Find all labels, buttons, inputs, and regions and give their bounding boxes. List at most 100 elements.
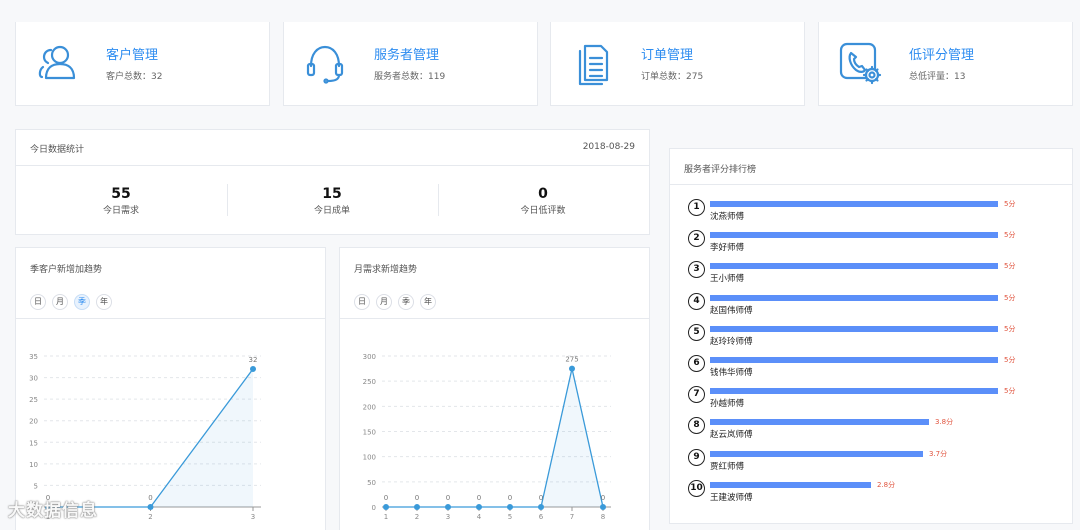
rank-number: 8 <box>688 417 705 435</box>
rating-bar <box>710 294 998 301</box>
provider-name: 沈燕师傅 <box>710 212 745 222</box>
rank-number: 1 <box>688 199 705 216</box>
y-tick-label: 30 <box>29 375 38 383</box>
data-label: 0 <box>539 494 543 502</box>
x-tick-label: 2 <box>148 513 152 521</box>
period-day-button[interactable]: 日 <box>30 294 46 310</box>
y-tick-label: 20 <box>29 418 38 426</box>
y-tick-label: 100 <box>363 454 376 462</box>
x-tick-label: 3 <box>446 513 450 521</box>
month-demand-trend-panel: 月需求新增趋势 日 月 季 年 0 50 100 150 200 250 300 0 1 0 2 0 3… <box>339 247 650 530</box>
watermark-logo: 大数据信息 <box>8 501 98 521</box>
month-chart-title: 月需求新增趋势 <box>354 265 418 275</box>
provider-name: 王小师傅 <box>710 274 745 285</box>
provider-name: 赵国伟师傅 <box>710 305 753 316</box>
provider-name: 王建波师傅 <box>710 492 753 503</box>
card-subtitle: 服务者总数：119 <box>374 69 445 82</box>
today-demand-value: 55 <box>111 186 131 202</box>
data-label: 0 <box>446 494 450 502</box>
period-quarter-button[interactable]: 季 <box>74 294 90 310</box>
card-subtitle: 总低评量：13 <box>909 69 965 82</box>
y-tick-label: 200 <box>363 403 376 411</box>
x-tick-label: 5 <box>508 513 512 521</box>
data-label: 0 <box>477 494 481 502</box>
rating-bar <box>710 232 998 239</box>
period-year-button[interactable]: 年 <box>96 294 112 310</box>
document-icon <box>569 40 615 86</box>
period-month-button[interactable]: 月 <box>376 294 392 310</box>
card-count-label: 总低评量： <box>909 72 955 82</box>
today-deals-value: 15 <box>322 186 342 202</box>
card-title[interactable]: 服务者管理 <box>374 44 439 63</box>
phone-gear-icon <box>837 40 883 86</box>
data-label: 275 <box>565 356 578 364</box>
rating-score: 5分 <box>1004 231 1016 240</box>
card-title[interactable]: 订单管理 <box>641 44 693 63</box>
order-management-card[interactable]: 订单管理 订单总数：275 <box>550 22 805 106</box>
x-tick-label: 2 <box>415 513 419 521</box>
card-subtitle: 订单总数：275 <box>641 69 703 82</box>
today-low-rating-value: 0 <box>538 186 548 202</box>
rank-number: 6 <box>688 355 705 372</box>
service-provider-management-card[interactable]: 服务者管理 服务者总数：119 <box>283 22 538 106</box>
y-tick-label: 25 <box>29 396 38 404</box>
card-count-label: 客户总数： <box>106 72 152 82</box>
rank-number: 10 <box>688 479 705 497</box>
data-label: 32 <box>249 356 258 364</box>
ranking-item: 1 5分 沈燕师傅 <box>688 199 1048 225</box>
rating-bar <box>710 325 998 332</box>
rating-bar <box>710 263 998 270</box>
today-low-rating-label: 今日低评数 <box>520 206 566 216</box>
ranking-title: 服务者评分排行榜 <box>684 165 757 175</box>
today-date: 2018-08-29 <box>582 142 635 152</box>
rank-number: 9 <box>688 448 705 466</box>
provider-name: 赵玲玲师傅 <box>710 336 753 347</box>
card-title[interactable]: 客户管理 <box>106 44 158 63</box>
provider-name: 赵云岚师傅 <box>710 430 753 441</box>
data-point <box>538 504 544 510</box>
card-count-value: 13 <box>954 72 966 82</box>
rank-number: 4 <box>688 292 705 310</box>
data-point <box>445 504 451 510</box>
data-label: 0 <box>148 494 152 502</box>
card-title[interactable]: 低评分管理 <box>909 44 974 63</box>
x-tick-label: 8 <box>601 513 605 521</box>
x-tick-label: 1 <box>384 513 388 521</box>
ranking-item: 3 5分 王小师傅 <box>688 261 1048 287</box>
rating-score: 3.8分 <box>935 418 954 427</box>
data-label: 0 <box>601 494 605 502</box>
period-quarter-button[interactable]: 季 <box>398 294 414 310</box>
quarter-customer-trend-panel: 季客户新增加趋势 日 月 季 年 0 5 10 15 20 25 30 35 0 1 0 2 32 3 <box>15 247 326 530</box>
y-tick-label: 150 <box>363 429 376 437</box>
low-rating-management-card[interactable]: 低评分管理 总低评量：13 <box>818 22 1073 106</box>
today-deals-label: 今日成单 <box>313 206 350 216</box>
rating-score: 3.7分 <box>929 449 948 458</box>
provider-name: 李好师傅 <box>710 243 745 254</box>
customer-management-card[interactable]: 客户管理 客户总数：32 <box>15 22 270 106</box>
period-selector: 日 月 季 年 <box>354 294 436 310</box>
data-point <box>147 504 154 510</box>
ranking-item: 10 2.8分 王建波师傅 <box>688 479 1048 506</box>
data-label: 0 <box>508 494 512 502</box>
card-count-value: 32 <box>151 72 163 82</box>
divider <box>16 318 325 319</box>
panel-header: 今日数据统计 2018-08-29 <box>16 130 649 166</box>
headset-icon <box>302 40 348 86</box>
period-month-button[interactable]: 月 <box>52 294 68 310</box>
ranking-item: 5 5分 赵玲玲师傅 <box>688 323 1048 350</box>
x-tick-label: 4 <box>477 513 482 521</box>
period-year-button[interactable]: 年 <box>420 294 436 310</box>
today-stats-panel: 今日数据统计 2018-08-29 55 今日需求 15 今日成单 0 今日低评… <box>15 129 650 235</box>
period-day-button[interactable]: 日 <box>354 294 370 310</box>
quarter-chart-title: 季客户新增加趋势 <box>30 265 103 275</box>
y-tick-label: 250 <box>363 378 376 386</box>
rating-bar <box>710 419 929 426</box>
ranking-item: 6 5分 钱伟华师傅 <box>688 355 1048 381</box>
data-point <box>383 504 389 510</box>
series-area <box>48 368 253 507</box>
users-icon <box>34 40 80 86</box>
data-point <box>250 365 256 372</box>
data-point <box>507 504 513 510</box>
x-tick-label: 6 <box>539 513 544 521</box>
rating-score: 5分 <box>1004 356 1016 364</box>
